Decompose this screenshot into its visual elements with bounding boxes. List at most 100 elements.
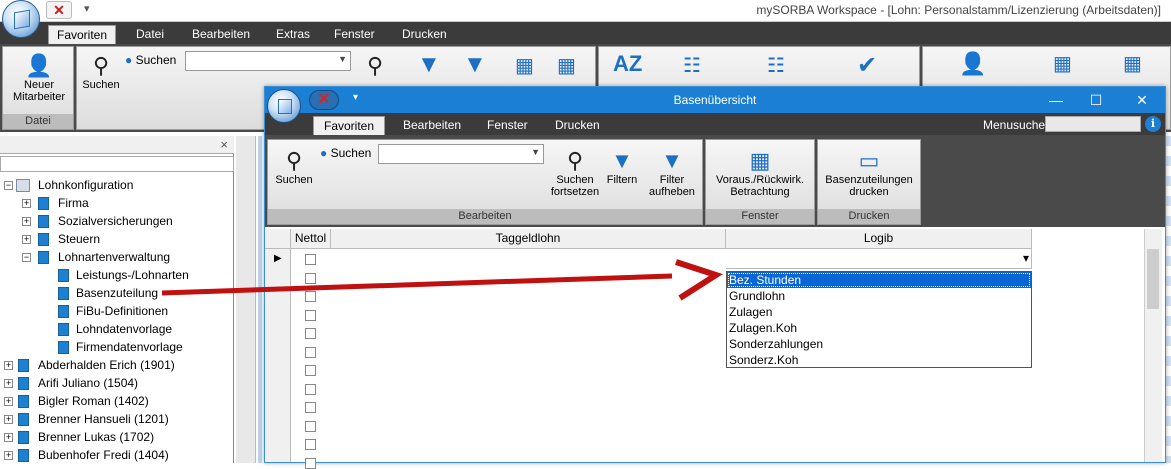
expand-icon[interactable]: + [4, 397, 13, 406]
filter-clear-icon[interactable]: ▼ [463, 51, 487, 79]
document-icon [58, 269, 69, 282]
new-employee-button[interactable]: 👤 Neuer Mitarbeiter [7, 53, 71, 103]
menu-search-input[interactable] [1045, 116, 1141, 132]
maximize-icon[interactable]: ☐ [1081, 90, 1111, 110]
main-search-combobox[interactable]: ▼ [185, 51, 351, 71]
sort-az-icon[interactable]: AZ [613, 51, 642, 77]
expand-icon[interactable]: + [22, 217, 31, 226]
nettol-checkbox[interactable] [305, 291, 316, 302]
calendar-icon[interactable]: ▦ [1053, 51, 1072, 76]
scrollbar-thumb[interactable] [1147, 249, 1159, 309]
expand-icon[interactable]: + [4, 451, 13, 460]
dropdown-option-zulagen-koh[interactable]: Zulagen.Koh [727, 320, 1031, 336]
unmark-all-icon[interactable]: ▦ [557, 53, 576, 78]
dropdown-option-bez-stunden[interactable]: Bez. Stunden [727, 272, 1031, 288]
checklist-remove-icon[interactable]: ☷ [767, 53, 785, 78]
nettol-checkbox[interactable] [305, 309, 316, 321]
nettol-checkbox[interactable] [305, 420, 316, 432]
child-search-button[interactable]: ⚲ Suchen [274, 148, 314, 186]
expand-icon[interactable]: + [4, 361, 13, 370]
child-ribbon: ⚲ Suchen ● Suchen ▼ ⚲ Suchen fortsetzen … [265, 135, 1165, 227]
filter-icon[interactable]: ▼ [417, 51, 441, 79]
minimize-icon[interactable]: — [1041, 90, 1071, 110]
child-tab-bearbeiten[interactable]: Bearbeiten [393, 116, 471, 135]
binoculars-icon: ⚲ [285, 148, 303, 173]
add-user-icon: 👤 [25, 53, 53, 78]
employee-settings-icon[interactable]: 👤 [959, 51, 986, 77]
nettol-checkbox[interactable] [305, 328, 316, 339]
child-close-icon[interactable]: ✕ [309, 90, 339, 110]
child-search-label: ● Suchen [320, 146, 372, 160]
chevron-down-icon[interactable]: ▾ [1023, 249, 1029, 268]
main-search-button[interactable]: ⚲ Suchen [81, 53, 121, 91]
main-title-bar: mySORBA Workspace - [Lohn: Personalstamm… [0, 0, 1171, 22]
nettol-checkbox[interactable] [305, 346, 316, 358]
main-tab-drucken[interactable]: Drucken [394, 25, 455, 44]
column-header-logib[interactable]: Logib [726, 229, 1032, 249]
dropdown-option-grundlohn[interactable]: Grundlohn [727, 288, 1031, 304]
nettol-checkbox[interactable] [305, 383, 316, 395]
child-tab-fenster[interactable]: Fenster [477, 116, 538, 135]
expand-icon[interactable]: + [4, 415, 13, 424]
column-header-nettol[interactable]: Nettol [291, 229, 331, 249]
dropdown-option-sonderz-koh[interactable]: Sonderz.Koh [727, 352, 1031, 368]
nettol-checkbox[interactable] [305, 254, 316, 265]
nettol-checkbox[interactable] [305, 439, 316, 450]
table-grid-icon: ▦ [749, 148, 771, 173]
nettol-checkbox[interactable] [305, 457, 316, 469]
close-icon[interactable]: × [220, 137, 228, 152]
expand-icon[interactable]: + [4, 379, 13, 388]
child-title-bar[interactable]: Basenübersicht — ☐ ✕ ▾ [265, 87, 1165, 113]
employee-icon [18, 395, 29, 408]
child-search-combobox[interactable]: ▼ [378, 144, 544, 164]
filter-icon: ▼ [611, 148, 633, 173]
logib-edit-cell[interactable]: ▾ [726, 249, 1032, 269]
child-tab-drucken[interactable]: Drucken [545, 116, 610, 135]
search-continue-icon[interactable]: ⚲ [367, 53, 383, 79]
child-ribbon-tabs: Favoriten Bearbeiten Fenster Drucken Men… [265, 113, 1165, 135]
main-tab-datei[interactable]: Datei [128, 25, 172, 44]
main-tab-extras[interactable]: Extras [268, 25, 318, 44]
child-group-fenster: ▦ Voraus./Rückwirk. Betrachtung Fenster [705, 139, 815, 225]
main-tab-fenster[interactable]: Fenster [326, 25, 383, 44]
dropdown-option-sonderzahlungen[interactable]: Sonderzahlungen [727, 336, 1031, 352]
filter-clear-button[interactable]: ▼ Filter aufheben [644, 148, 700, 198]
main-close-icon[interactable]: ✕ [46, 1, 72, 19]
child-app-orb-icon[interactable] [267, 89, 301, 123]
filter-button[interactable]: ▼ Filtern [602, 148, 642, 186]
tree-filter-input[interactable] [0, 156, 234, 172]
expand-icon[interactable]: + [22, 235, 31, 244]
expand-icon[interactable]: + [22, 199, 31, 208]
basen-grid: Nettol Taggeldlohn Logib ▶ ▾ Bez. Stunde… [265, 229, 1165, 469]
checkmark-icon[interactable]: ✔ [857, 51, 877, 80]
person-search-icon: ● [320, 146, 328, 160]
binoculars-next-icon: ⚲ [566, 148, 584, 173]
print-button[interactable]: ▭ Basenzuteilungen drucken [820, 148, 918, 198]
search-continue-button[interactable]: ⚲ Suchen fortsetzen [544, 148, 606, 198]
expand-icon[interactable]: + [4, 433, 13, 442]
tree-panel-header: × [0, 136, 234, 154]
mark-all-icon[interactable]: ▦ [515, 53, 534, 78]
child-qat-customize-icon[interactable]: ▾ [353, 92, 358, 103]
calendar-edit-icon[interactable]: ▦ [1123, 51, 1142, 76]
info-icon[interactable]: i [1145, 116, 1161, 132]
app-menu-orb-icon[interactable] [2, 0, 40, 38]
nettol-checkbox[interactable] [305, 402, 316, 413]
dropdown-option-zulagen[interactable]: Zulagen [727, 304, 1031, 320]
person-search-icon: ● [125, 53, 133, 67]
main-tab-favoriten[interactable]: Favoriten [48, 25, 117, 44]
vertical-scrollbar[interactable] [1144, 229, 1162, 462]
collapse-icon[interactable]: − [22, 253, 31, 262]
document-icon [58, 305, 69, 318]
nettol-checkbox[interactable] [305, 272, 316, 284]
column-header-taggeldlohn[interactable]: Taggeldlohn [331, 229, 726, 249]
checklist-icon[interactable]: ☷ [683, 53, 701, 78]
preview-button[interactable]: ▦ Voraus./Rückwirk. Betrachtung [708, 148, 812, 198]
collapse-icon[interactable]: − [4, 181, 13, 190]
main-qat-customize-icon[interactable]: ▾ [84, 2, 90, 15]
window-close-icon[interactable]: ✕ [1127, 90, 1157, 110]
nettol-checkbox[interactable] [305, 365, 316, 376]
grid-corner [265, 229, 291, 249]
main-tab-bearbeiten[interactable]: Bearbeiten [184, 25, 258, 44]
child-tab-favoriten[interactable]: Favoriten [313, 116, 386, 135]
